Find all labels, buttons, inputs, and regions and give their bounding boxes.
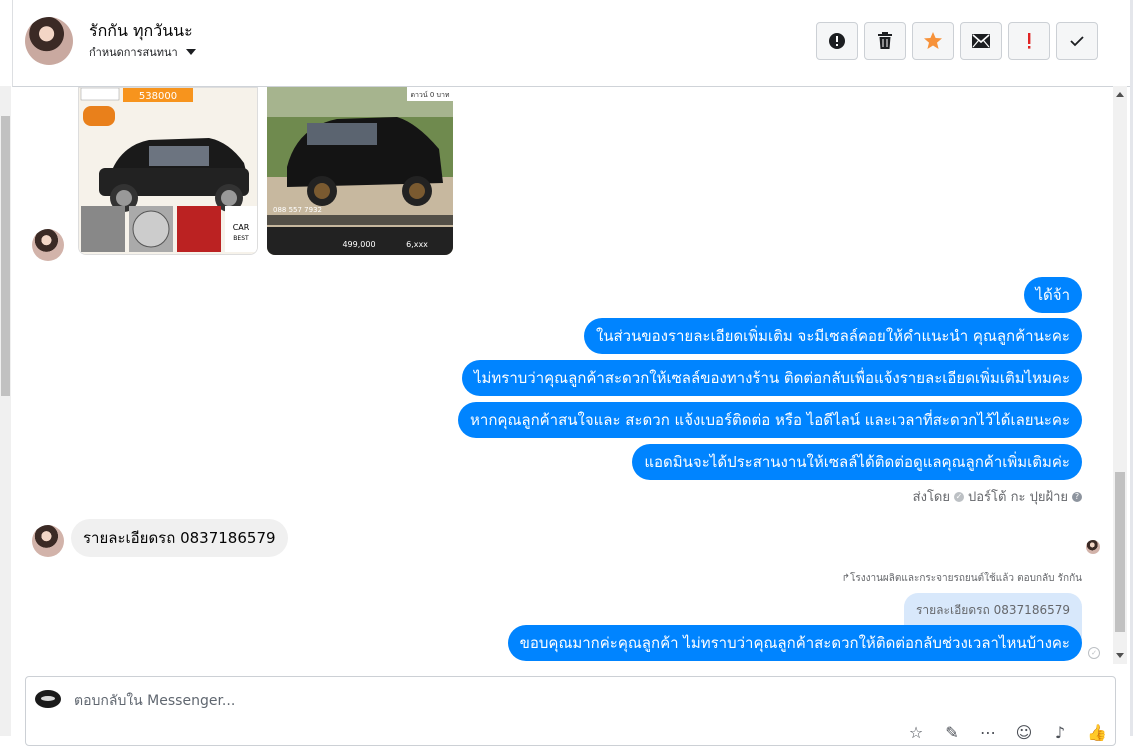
mark-done-button[interactable]: [1056, 22, 1098, 60]
caret-down-icon: [185, 49, 196, 55]
car-ad-image-2[interactable]: ดาวน์ 0 บาท 088 557 7932 499,000 6,xxx: [267, 87, 453, 255]
saved-reply-icon[interactable]: ☆: [907, 723, 925, 742]
conversation-schedule-dropdown[interactable]: กำหนดการสนทนา: [89, 43, 196, 61]
outgoing-message[interactable]: ได้จ้า: [1023, 277, 1082, 313]
reply-meta: ↱โรงงานผลิตและกระจายรถยนต์ใช้แล้ว ตอบกลั…: [841, 573, 1082, 584]
incoming-message[interactable]: รายละเอียดรถ 0837186579: [71, 519, 288, 557]
like-icon[interactable]: 👍: [1087, 723, 1107, 742]
seen-avatar: [1086, 540, 1100, 554]
reply-message[interactable]: ขอบคุณมากค่ะคุณลูกค้า ไม่ทราบว่าคุณลูกค้…: [507, 625, 1082, 661]
help-icon[interactable]: ?: [1072, 491, 1082, 502]
car-ad-graphic-2: ดาวน์ 0 บาท 088 557 7932 499,000 6,xxx: [267, 87, 453, 255]
outgoing-message[interactable]: ไม่ทราบว่าคุณลูกค้าสะดวกให้เซลล์ของทางร้…: [461, 360, 1082, 396]
emoji-icon[interactable]: ☺: [1015, 723, 1033, 742]
page-logo: [35, 690, 61, 708]
more-options-icon[interactable]: ⋯: [979, 723, 997, 742]
mail-button[interactable]: [960, 22, 1002, 60]
outgoing-message[interactable]: ในส่วนของรายละเอียดเพิ่มเติม จะมีเซลล์คอ…: [583, 318, 1082, 354]
contact-avatar-small[interactable]: [32, 525, 64, 557]
envelope-icon: [972, 34, 990, 48]
outgoing-message[interactable]: แอดมินจะได้ประสานงานให้เซลล์ได้ติดต่อดูแ…: [632, 444, 1082, 480]
exclamation-icon: [1028, 33, 1031, 49]
alert-circle-icon: [829, 33, 845, 49]
outgoing-message[interactable]: หากคุณลูกค้าสนใจและ สะดวก แจ้งเบอร์ติดต่…: [458, 402, 1082, 438]
attachment-icon[interactable]: ✎: [943, 723, 961, 742]
microphone-icon[interactable]: ♪: [1051, 723, 1069, 742]
thread-scrollbar-thumb[interactable]: [1115, 472, 1125, 632]
contact-name[interactable]: รักกัน ทุกวันนะ: [89, 19, 193, 44]
composer-toolbar: ☆ ✎ ⋯ ☺ ♪ 👍: [907, 723, 1107, 742]
reply-input[interactable]: ตอบกลับใน Messenger...: [74, 690, 235, 712]
svg-text:CAR: CAR: [233, 223, 250, 232]
left-scrollbar[interactable]: [0, 86, 11, 736]
check-icon: ✓: [954, 491, 964, 502]
sent-by-prefix: ส่งโดย: [912, 490, 950, 505]
trash-icon: [878, 32, 892, 49]
contact-avatar[interactable]: [25, 17, 73, 65]
scroll-up-arrow-icon[interactable]: [1116, 92, 1124, 97]
info-button[interactable]: [816, 22, 858, 60]
conversation-schedule-label: กำหนดการสนทนา: [89, 46, 178, 59]
car-ad-image-1[interactable]: 538000 CAR BEST: [78, 87, 258, 255]
star-icon: [924, 32, 942, 49]
checkmark-icon: [1070, 36, 1084, 47]
scroll-down-arrow-icon[interactable]: [1116, 653, 1124, 658]
sent-by-name[interactable]: ปอร์โต้ กะ ปุยฝ้าย: [968, 486, 1068, 507]
thread-scrollbar[interactable]: [1113, 86, 1127, 664]
left-scrollbar-thumb[interactable]: [1, 116, 10, 396]
car-ad-price-2: 499,000: [342, 240, 375, 249]
car-ad-phone-2: 088 557 7932: [273, 206, 322, 214]
message-thread: 538000 CAR BEST ดาวน์ 0 บาท 088 557 7932…: [12, 87, 1112, 663]
delete-button[interactable]: [864, 22, 906, 60]
car-ad-down-2: ดาวน์ 0 บาท: [410, 91, 449, 99]
mark-important-button[interactable]: [1008, 22, 1050, 60]
star-button[interactable]: [912, 22, 954, 60]
car-ad-price-1: 538000: [139, 91, 177, 102]
contact-avatar-small[interactable]: [32, 229, 64, 261]
sent-status-icon: ✓: [1088, 647, 1100, 659]
svg-text:BEST: BEST: [233, 235, 249, 242]
sent-by-label: ส่งโดย ✓ ปอร์โต้ กะ ปุยฝ้าย ?: [913, 486, 1082, 507]
car-ad-installment-2: 6,xxx: [406, 240, 428, 249]
conversation-header: รักกัน ทุกวันนะ กำหนดการสนทนา: [12, 0, 1131, 87]
car-ad-graphic-1: 538000 CAR BEST: [79, 88, 257, 254]
